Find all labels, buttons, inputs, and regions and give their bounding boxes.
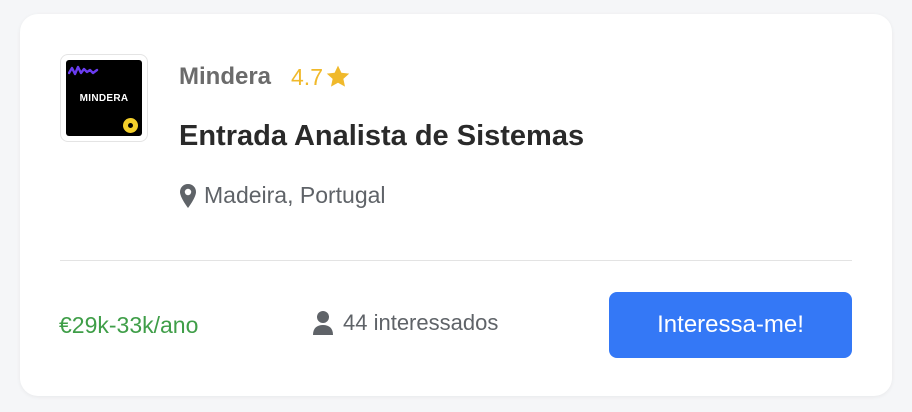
company-logo-frame: MINDERA xyxy=(60,54,148,142)
salary-range: €29k-33k/ano xyxy=(59,312,199,338)
map-pin-icon xyxy=(180,183,196,208)
logo-wave-icon xyxy=(68,65,99,76)
company-rating: 4.7 xyxy=(291,63,352,91)
card-divider xyxy=(60,260,852,261)
company-logo: MINDERA xyxy=(66,60,142,136)
interested-count: 44 interessados xyxy=(312,310,498,336)
job-card[interactable]: MINDERA Mindera 4.7 Entrada Analista de … xyxy=(20,14,892,396)
interested-text: 44 interessados xyxy=(343,310,499,335)
star-icon xyxy=(326,65,350,87)
logo-text: MINDERA xyxy=(79,93,129,104)
company-name[interactable]: Mindera xyxy=(179,63,271,91)
interest-button[interactable]: Interessa-me! xyxy=(609,292,852,358)
job-location: Madeira, Portugal xyxy=(179,182,386,209)
company-row: Mindera 4.7 xyxy=(179,61,352,93)
person-icon xyxy=(313,311,333,335)
rating-value: 4.7 xyxy=(291,63,323,90)
job-title[interactable]: Entrada Analista de Sistemas xyxy=(179,120,584,153)
logo-dot-icon xyxy=(123,118,138,133)
location-text: Madeira, Portugal xyxy=(204,182,386,208)
